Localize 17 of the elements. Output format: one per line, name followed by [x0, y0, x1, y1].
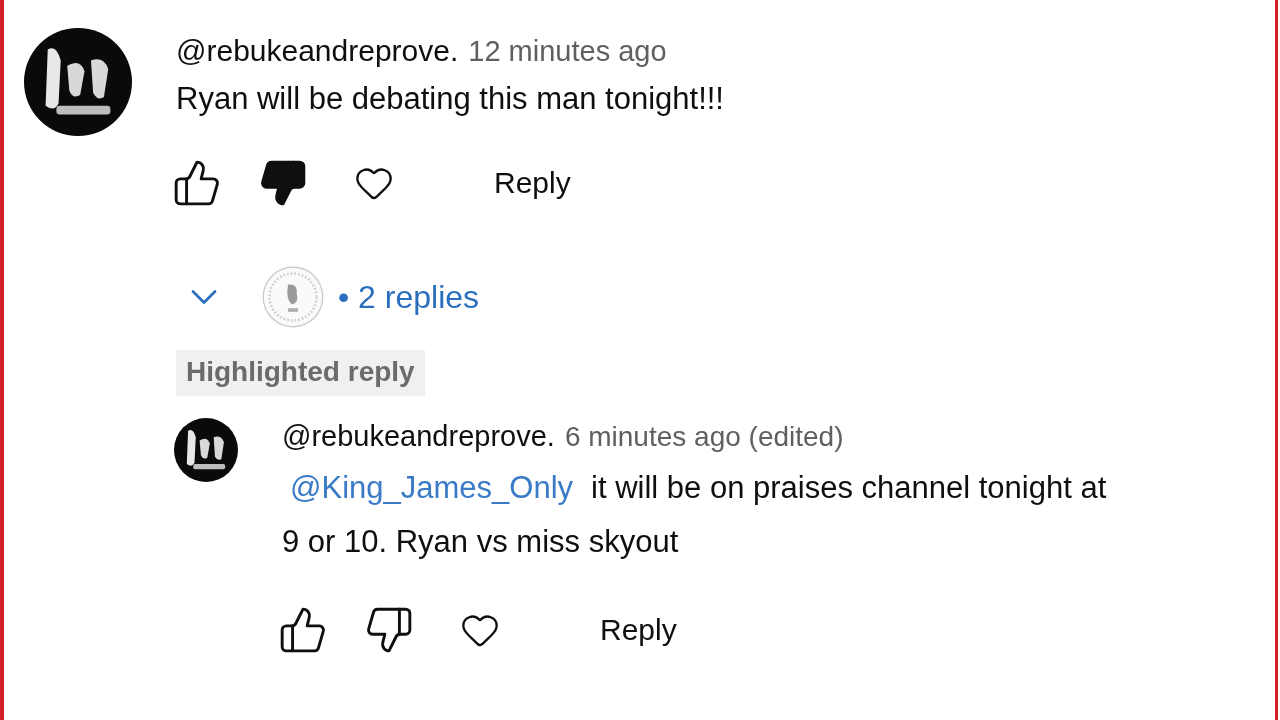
reply-button[interactable]: Reply	[494, 166, 571, 200]
comment-time: 12 minutes ago	[468, 35, 667, 68]
highlighted-reply-badge: Highlighted reply	[176, 350, 425, 396]
reply-author[interactable]: @rebukeandreprove.	[282, 420, 555, 453]
replies-toggle[interactable]: • 2 replies	[182, 266, 1266, 328]
reply-button[interactable]: Reply	[600, 613, 677, 647]
comment-author[interactable]: @rebukeandreprove.	[176, 34, 459, 68]
avatar[interactable]	[174, 418, 238, 482]
mention-link[interactable]: @King_James_Only	[290, 470, 574, 505]
reply-text: @King_James_Only it will be on praises channel tonight at 9 or 10. Ryan vs miss skyout	[282, 469, 1108, 561]
reply-time: 6 minutes ago (edited)	[564, 421, 844, 453]
thumbs-down-icon[interactable]	[258, 158, 308, 208]
thumbs-up-icon[interactable]	[172, 158, 222, 208]
thumbs-down-icon[interactable]	[364, 605, 414, 655]
avatar[interactable]	[24, 28, 132, 136]
comment-text: Ryan will be debating this man tonight!!!	[176, 80, 724, 118]
thumbs-up-icon[interactable]	[278, 605, 328, 655]
